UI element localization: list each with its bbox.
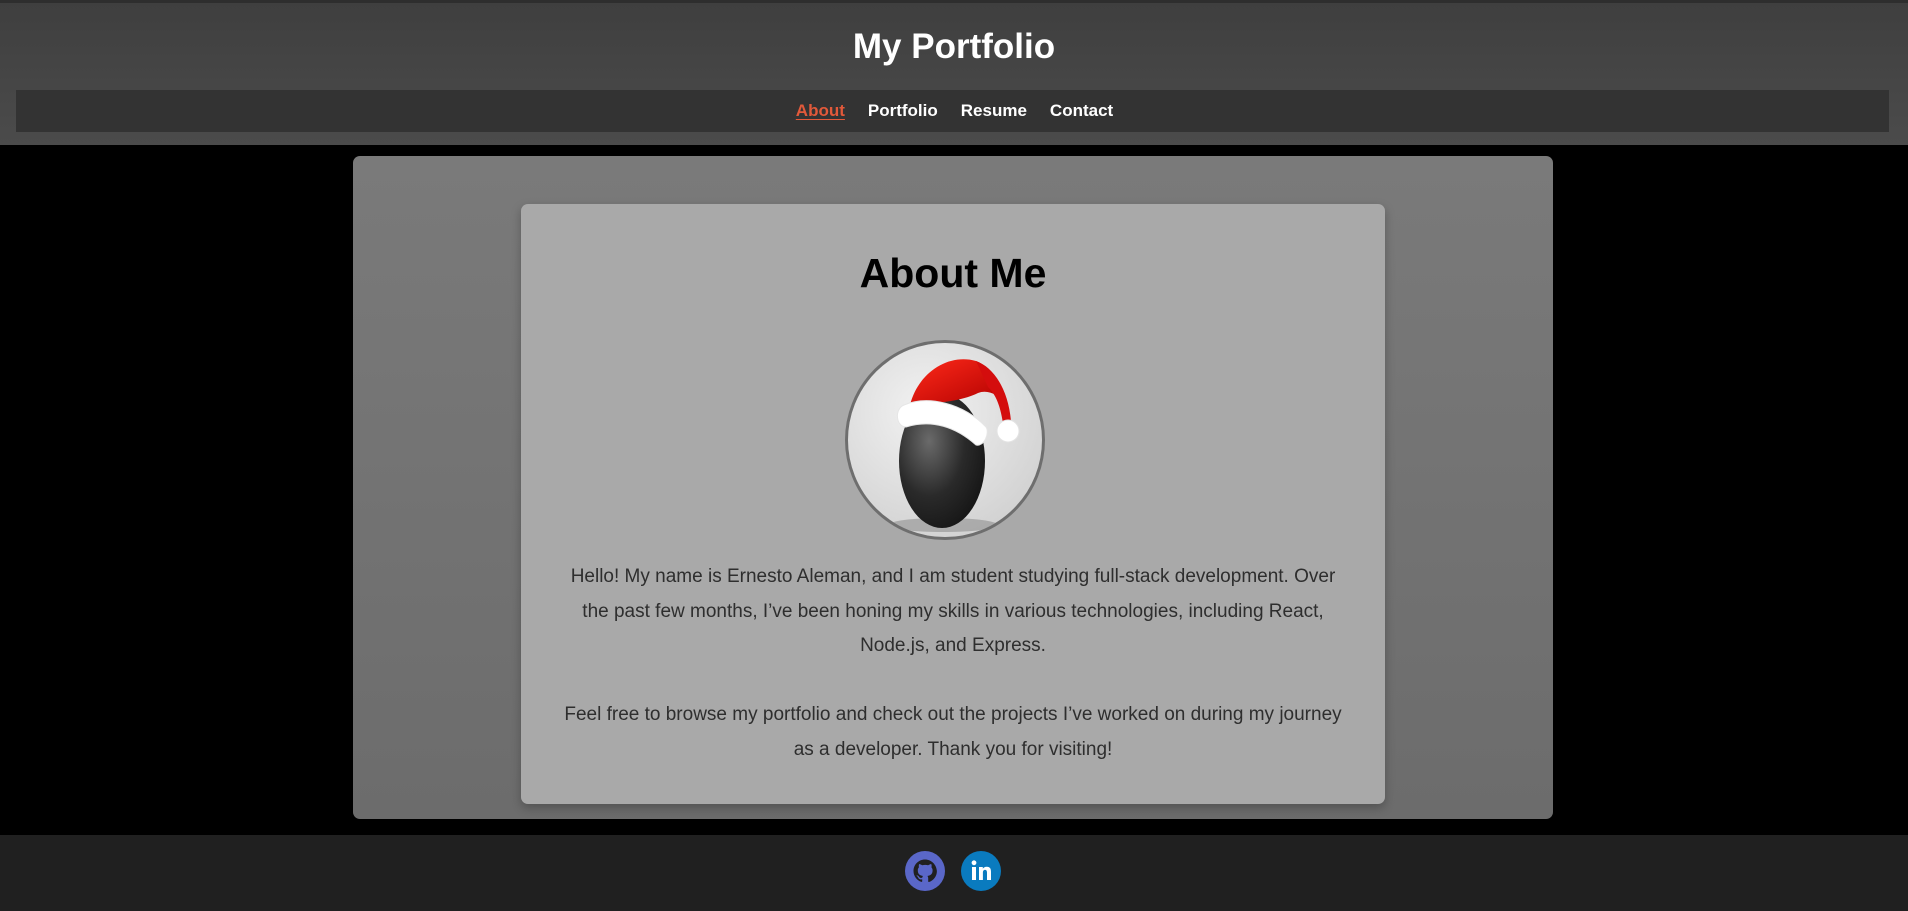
about-paragraph-intro: Hello! My name is Ernesto Aleman, and I … bbox=[570, 566, 1336, 656]
profile-avatar bbox=[845, 340, 1045, 540]
site-footer bbox=[0, 835, 1908, 911]
main-nav: About Portfolio Resume Contact bbox=[16, 90, 1889, 132]
site-title: My Portfolio bbox=[852, 27, 1056, 66]
egg-with-santa-hat-icon bbox=[888, 359, 1020, 532]
about-card: About Me Hello! My name is Ernesto Alema… bbox=[521, 204, 1385, 804]
linkedin-icon bbox=[961, 851, 1001, 891]
about-heading: About Me bbox=[859, 250, 1047, 296]
nav-link-about[interactable]: About bbox=[796, 101, 845, 121]
github-icon bbox=[905, 851, 945, 891]
nav-link-resume[interactable]: Resume bbox=[961, 101, 1027, 121]
linkedin-link[interactable] bbox=[960, 850, 1002, 892]
github-link[interactable] bbox=[904, 850, 946, 892]
nav-link-portfolio[interactable]: Portfolio bbox=[868, 101, 938, 121]
site-header: My Portfolio About Portfolio Resume Cont… bbox=[0, 0, 1908, 145]
about-paragraph-outro: Feel free to browse my portfolio and che… bbox=[564, 704, 1342, 760]
nav-link-contact[interactable]: Contact bbox=[1050, 101, 1113, 121]
main-content-panel: About Me Hello! My name is Ernesto Alema… bbox=[353, 156, 1553, 819]
